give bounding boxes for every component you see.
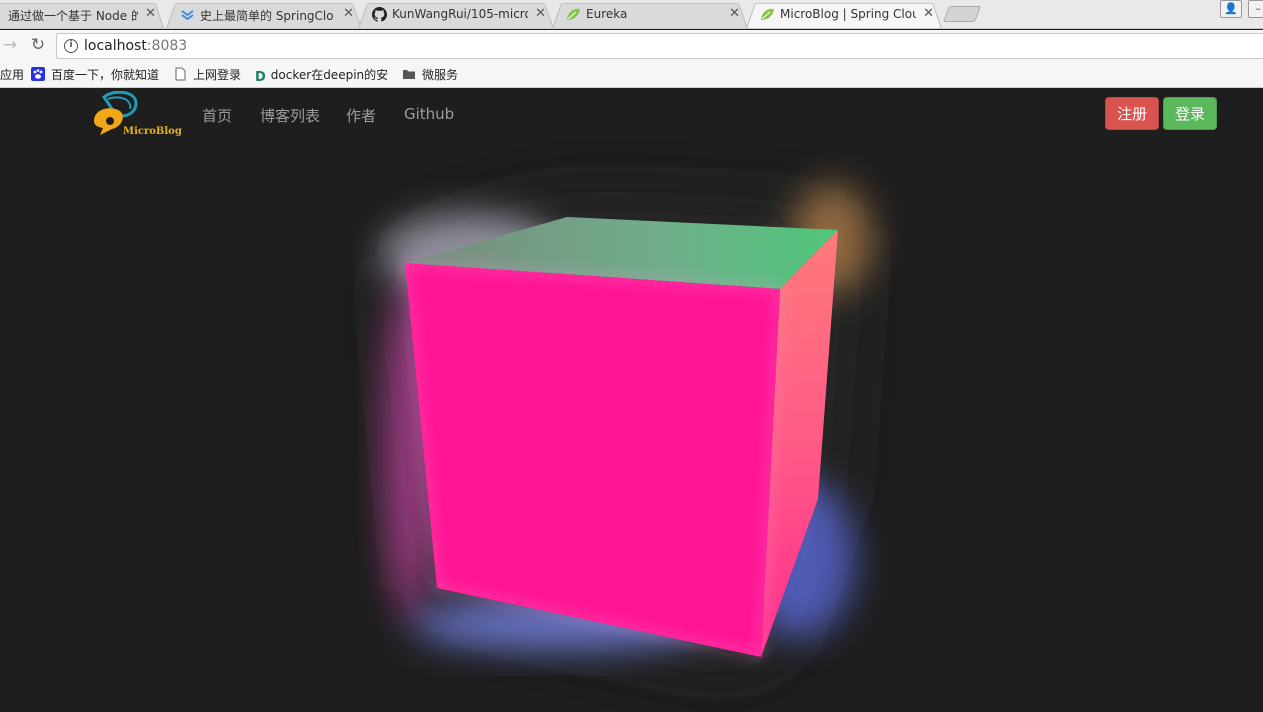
login-button[interactable]: 登录 <box>1163 97 1217 130</box>
tab-title: MicroBlog | Spring Clou <box>780 7 916 21</box>
page-icon <box>175 67 186 81</box>
bookmark-login[interactable]: 上网登录 <box>173 66 241 83</box>
address-bar[interactable]: i localhost:8083 <box>56 33 1263 59</box>
bookmark-label: 微服务 <box>422 68 459 82</box>
baidu-paw-icon <box>31 67 45 81</box>
bookmark-baidu[interactable]: 百度一下，你就知道 <box>31 66 159 83</box>
spring-leaf-icon <box>761 8 774 20</box>
nav-author[interactable]: 作者 <box>346 105 376 126</box>
tab-github[interactable]: KunWangRui/105-micro ✕ <box>358 0 554 28</box>
page: MicroBlog 首页 博客列表 作者 Github 注册 登录 <box>0 89 1263 712</box>
forward-icon[interactable]: → <box>0 35 20 55</box>
close-icon[interactable]: ✕ <box>343 6 354 21</box>
close-icon[interactable]: ✕ <box>729 6 740 21</box>
profile-icon[interactable]: 👤 <box>1220 0 1242 18</box>
reload-icon[interactable]: ↻ <box>28 35 48 55</box>
tab-eureka[interactable]: Eureka ✕ <box>552 0 748 28</box>
tab-node[interactable]: 通过做一个基于 Node 的 ✕ <box>0 0 164 28</box>
site-navbar: MicroBlog 首页 博客列表 作者 Github 注册 登录 <box>0 89 1263 139</box>
folder-icon <box>403 70 415 79</box>
bookmark-label: docker在deepin的安 <box>270 68 389 82</box>
url-text[interactable]: localhost:8083 <box>84 38 187 54</box>
bookmarks-bar: 应用 百度一下，你就知道 上网登录 Ddocker在deepin的安 微服务 <box>0 61 1263 88</box>
tab-microblog[interactable]: MicroBlog | Spring Clou ✕ <box>746 0 942 28</box>
bookmark-docker[interactable]: Ddocker在deepin的安 <box>255 66 389 85</box>
tab-springcloud[interactable]: 史上最简单的 SpringClo ✕ <box>166 0 362 28</box>
bookmark-label: 应用 <box>0 68 25 82</box>
cube-front-face <box>405 263 780 657</box>
tab-title: 通过做一个基于 Node 的 <box>8 9 138 23</box>
info-icon[interactable]: i <box>64 39 78 53</box>
tab-title: Eureka <box>586 7 628 21</box>
close-icon[interactable]: ✕ <box>145 6 156 21</box>
github-icon <box>372 7 387 22</box>
glowing-cube-scene <box>380 184 872 660</box>
browser-toolbar: → ↻ i localhost:8083 <box>0 30 1263 61</box>
bookmark-microservices[interactable]: 微服务 <box>402 66 458 83</box>
register-button[interactable]: 注册 <box>1105 97 1159 130</box>
tab-title: 史上最简单的 SpringClo <box>200 9 334 23</box>
bookmark-label: 上网登录 <box>193 68 242 82</box>
minimize-icon[interactable]: – <box>1248 0 1263 18</box>
new-tab-button[interactable] <box>943 6 981 22</box>
blue-chevron-icon <box>181 10 194 21</box>
d-letter-icon: D <box>255 70 266 85</box>
close-icon[interactable]: ✕ <box>535 6 546 21</box>
nav-blog-list[interactable]: 博客列表 <box>260 105 320 126</box>
microblog-logo[interactable]: MicroBlog <box>92 90 182 141</box>
bookmark-apps[interactable]: 应用 <box>0 66 24 83</box>
nav-github[interactable]: Github <box>404 105 454 123</box>
close-icon[interactable]: ✕ <box>923 6 934 21</box>
bookmark-label: 百度一下，你就知道 <box>51 68 160 82</box>
tab-title: KunWangRui/105-micro <box>392 7 528 21</box>
nav-home[interactable]: 首页 <box>202 105 232 126</box>
logo-brand-text: MicroBlog <box>123 126 182 137</box>
tab-strip: 通过做一个基于 Node 的 ✕ 史上最简单的 SpringClo ✕ KunW… <box>0 0 1263 29</box>
spring-leaf-icon <box>567 8 580 20</box>
